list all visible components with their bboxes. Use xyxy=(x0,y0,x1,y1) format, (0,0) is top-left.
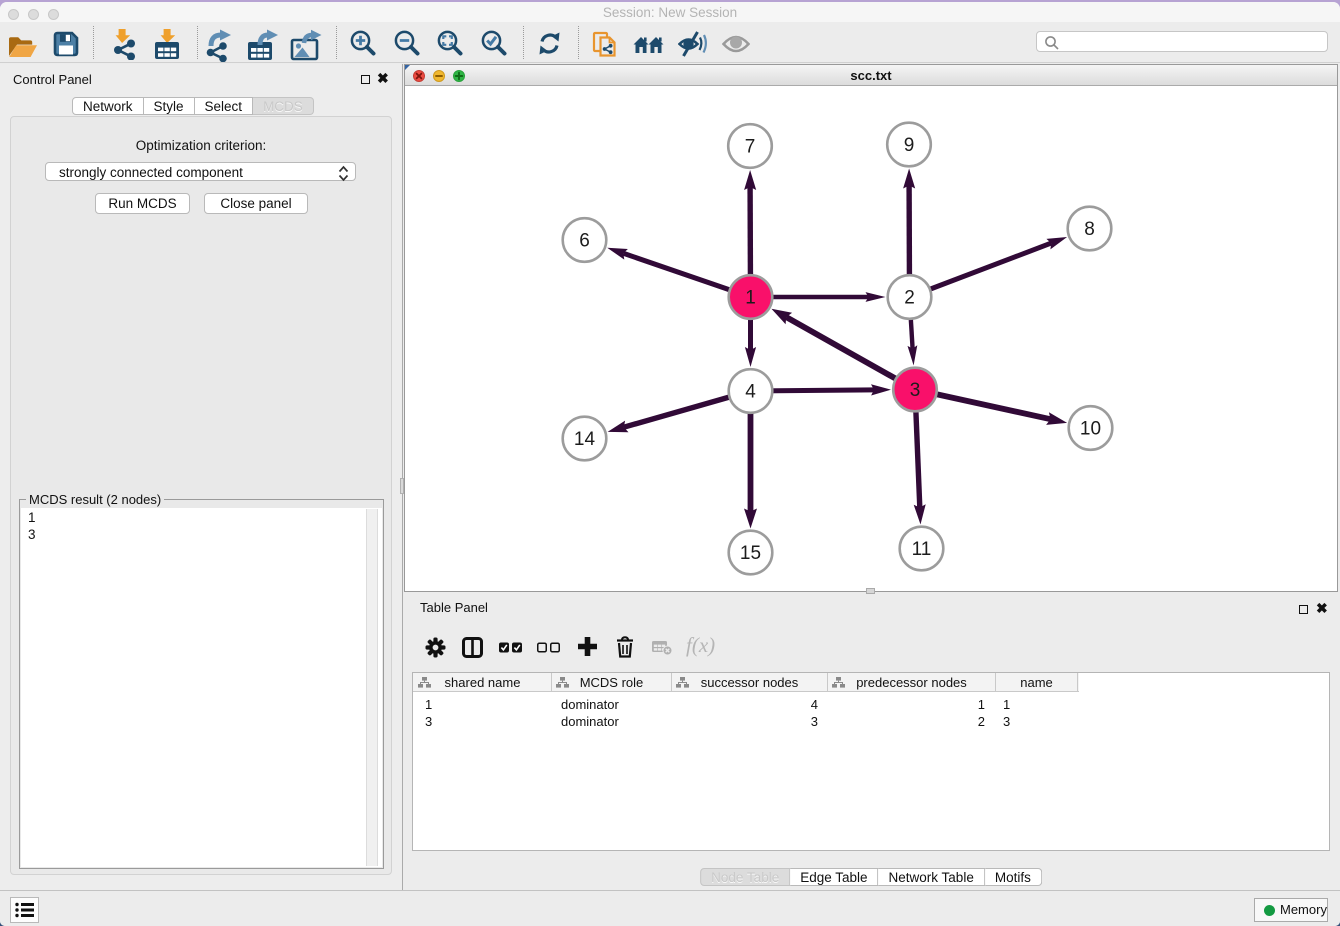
svg-text:3: 3 xyxy=(910,380,921,401)
svg-text:11: 11 xyxy=(912,539,932,560)
svg-text:1: 1 xyxy=(745,288,756,309)
svg-text:15: 15 xyxy=(740,543,761,564)
svg-text:10: 10 xyxy=(1080,419,1101,440)
svg-text:8: 8 xyxy=(1084,219,1095,240)
svg-text:6: 6 xyxy=(579,231,590,252)
svg-text:4: 4 xyxy=(745,382,756,403)
svg-text:7: 7 xyxy=(745,137,756,158)
svg-text:2: 2 xyxy=(904,288,915,309)
svg-text:14: 14 xyxy=(574,429,596,450)
svg-text:9: 9 xyxy=(904,135,915,156)
